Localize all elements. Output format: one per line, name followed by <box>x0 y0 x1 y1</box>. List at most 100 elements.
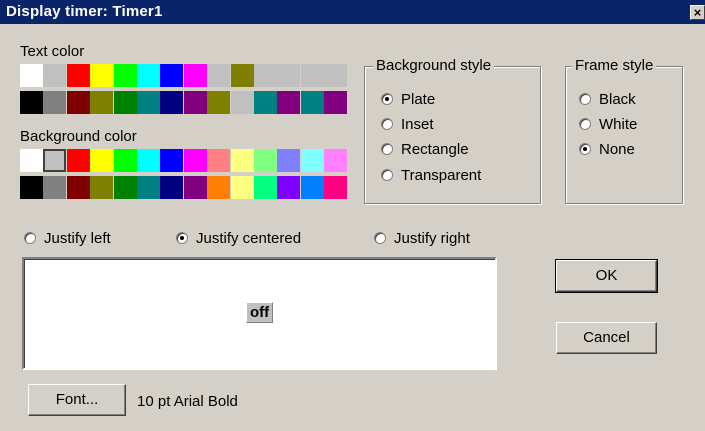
text-color-swatch[interactable] <box>277 91 300 114</box>
font-description: 10 pt Arial Bold <box>137 393 238 410</box>
background-color-swatch[interactable] <box>137 149 160 172</box>
frame-style-radio-label: None <box>599 140 635 158</box>
frame-style-radio-none[interactable]: None <box>579 140 635 158</box>
background-style-title: Background style <box>373 57 495 74</box>
background-style-radio-label: Inset <box>401 115 434 133</box>
text-color-swatch[interactable] <box>20 91 43 114</box>
justify-radio-label: Justify centered <box>196 229 302 247</box>
text-color-swatch[interactable] <box>114 64 137 87</box>
preview-timer-text: off <box>246 302 274 323</box>
radio-indicator <box>579 143 591 155</box>
background-color-swatch[interactable] <box>160 176 183 199</box>
background-style-radio-rectangle[interactable]: Rectangle <box>381 140 469 158</box>
justify-radio-label: Justify right <box>394 229 470 247</box>
frame-style-radio-black[interactable]: Black <box>579 90 636 108</box>
font-button[interactable]: Font... <box>28 384 126 416</box>
text-color-swatch[interactable] <box>114 91 137 114</box>
frame-style-group <box>565 66 683 204</box>
background-color-swatch[interactable] <box>184 149 207 172</box>
radio-indicator <box>381 118 393 130</box>
cancel-button[interactable]: Cancel <box>556 322 657 354</box>
frame-style-radio-label: Black <box>599 90 636 108</box>
background-color-swatch[interactable] <box>207 176 230 199</box>
text-color-swatch[interactable] <box>254 91 277 114</box>
frame-style-radio-label: White <box>599 115 638 133</box>
background-color-swatch[interactable] <box>184 176 207 199</box>
background-color-swatch[interactable] <box>301 149 324 172</box>
radio-indicator <box>381 93 393 105</box>
text-color-swatch[interactable] <box>90 91 113 114</box>
radio-indicator <box>579 118 591 130</box>
title-bar: Display timer: Timer1 × <box>0 0 705 24</box>
background-style-radio-inset[interactable]: Inset <box>381 115 434 133</box>
text-color-swatch[interactable] <box>137 91 160 114</box>
radio-indicator <box>381 143 393 155</box>
background-color-swatch[interactable] <box>254 149 277 172</box>
background-color-swatch[interactable] <box>324 176 347 199</box>
background-color-swatch[interactable] <box>254 176 277 199</box>
background-color-swatch[interactable] <box>43 176 66 199</box>
background-color-swatch[interactable] <box>67 149 90 172</box>
background-color-swatch[interactable] <box>20 176 43 199</box>
text-color-swatch[interactable] <box>301 64 324 87</box>
background-style-radio-label: Plate <box>401 90 436 108</box>
frame-style-title: Frame style <box>572 57 657 74</box>
radio-indicator <box>374 232 386 244</box>
text-color-swatch[interactable] <box>324 64 347 87</box>
text-color-swatch[interactable] <box>231 91 254 114</box>
text-color-swatch[interactable] <box>67 91 90 114</box>
background-color-label: Background color <box>20 128 137 145</box>
background-color-swatch[interactable] <box>160 149 183 172</box>
text-color-swatch[interactable] <box>231 64 254 87</box>
background-style-radio-label: Rectangle <box>401 140 469 158</box>
background-color-swatch[interactable] <box>137 176 160 199</box>
ok-button[interactable]: OK <box>555 259 658 293</box>
background-color-swatch[interactable] <box>20 149 43 172</box>
text-color-swatch[interactable] <box>184 64 207 87</box>
text-color-swatch[interactable] <box>137 64 160 87</box>
radio-indicator <box>579 93 591 105</box>
text-color-swatch[interactable] <box>90 64 113 87</box>
text-color-swatch[interactable] <box>254 64 277 87</box>
background-color-swatch[interactable] <box>90 176 113 199</box>
text-color-swatch[interactable] <box>67 64 90 87</box>
text-color-swatch[interactable] <box>207 91 230 114</box>
text-color-swatch[interactable] <box>160 91 183 114</box>
window-title: Display timer: Timer1 <box>6 3 163 20</box>
background-color-swatch[interactable] <box>231 176 254 199</box>
radio-indicator <box>381 169 393 181</box>
background-color-swatch[interactable] <box>90 149 113 172</box>
background-color-swatch[interactable] <box>324 149 347 172</box>
background-color-swatch[interactable] <box>277 149 300 172</box>
text-color-swatch[interactable] <box>43 91 66 114</box>
text-color-swatch[interactable] <box>324 91 347 114</box>
text-color-swatch[interactable] <box>43 64 66 87</box>
text-color-swatch[interactable] <box>184 91 207 114</box>
background-color-swatch[interactable] <box>277 176 300 199</box>
background-style-radio-plate[interactable]: Plate <box>381 90 435 108</box>
justify-radio-justify-right[interactable]: Justify right <box>374 229 470 247</box>
justify-radio-justify-left[interactable]: Justify left <box>24 229 111 247</box>
radio-indicator <box>24 232 36 244</box>
justify-radio-label: Justify left <box>44 229 111 247</box>
text-color-swatch[interactable] <box>160 64 183 87</box>
background-color-swatch[interactable] <box>207 149 230 172</box>
preview-area: off <box>22 257 497 370</box>
background-style-radio-label: Transparent <box>401 166 482 184</box>
justify-radio-justify-centered[interactable]: Justify centered <box>176 229 301 247</box>
text-color-swatch[interactable] <box>20 64 43 87</box>
background-color-swatch[interactable] <box>43 149 66 172</box>
radio-indicator <box>176 232 188 244</box>
text-color-label: Text color <box>20 43 85 60</box>
text-color-swatch[interactable] <box>277 64 300 87</box>
text-color-swatch[interactable] <box>207 64 230 87</box>
background-color-swatch[interactable] <box>301 176 324 199</box>
close-button[interactable]: × <box>690 5 705 20</box>
background-color-swatch[interactable] <box>67 176 90 199</box>
background-style-radio-transparent[interactable]: Transparent <box>381 166 481 184</box>
text-color-swatch[interactable] <box>301 91 324 114</box>
background-color-swatch[interactable] <box>114 149 137 172</box>
frame-style-radio-white[interactable]: White <box>579 115 637 133</box>
background-color-swatch[interactable] <box>114 176 137 199</box>
background-color-swatch[interactable] <box>231 149 254 172</box>
